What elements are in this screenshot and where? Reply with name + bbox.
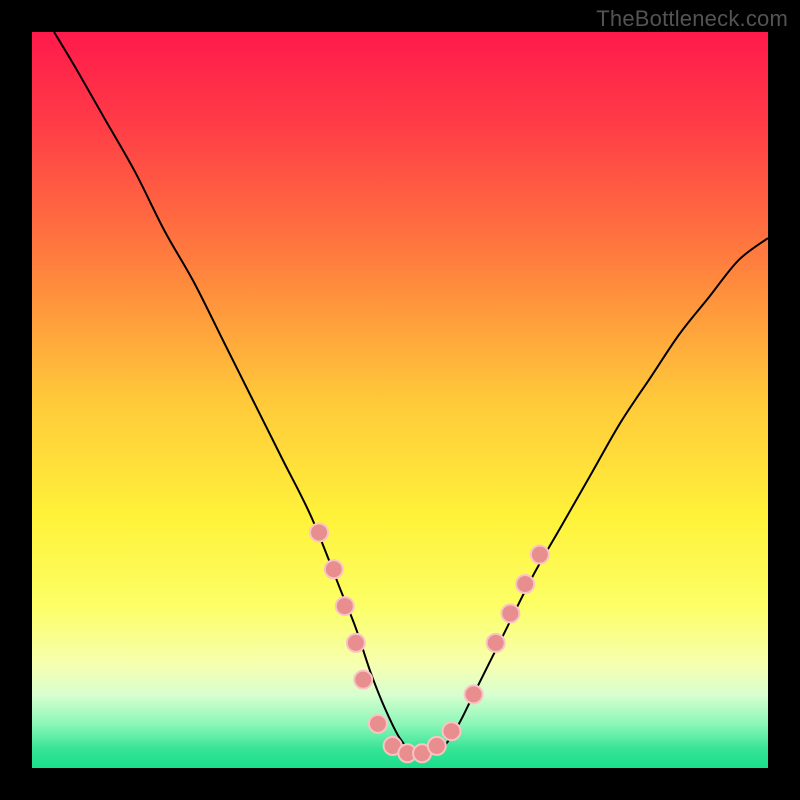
marker-dot	[443, 722, 461, 740]
marker-dot	[325, 560, 343, 578]
outer-frame: TheBottleneck.com	[0, 0, 800, 800]
marker-dot	[501, 604, 519, 622]
marker-dot	[531, 546, 549, 564]
marker-dot	[347, 634, 365, 652]
marker-dot	[369, 715, 387, 733]
marker-dot	[465, 685, 483, 703]
plot-background	[32, 32, 768, 768]
marker-dot	[336, 597, 354, 615]
marker-dot	[516, 575, 534, 593]
chart-plot	[32, 32, 768, 768]
marker-dot	[487, 634, 505, 652]
marker-dot	[354, 671, 372, 689]
marker-dot	[310, 523, 328, 541]
watermark-text: TheBottleneck.com	[596, 6, 788, 32]
marker-dot	[428, 737, 446, 755]
